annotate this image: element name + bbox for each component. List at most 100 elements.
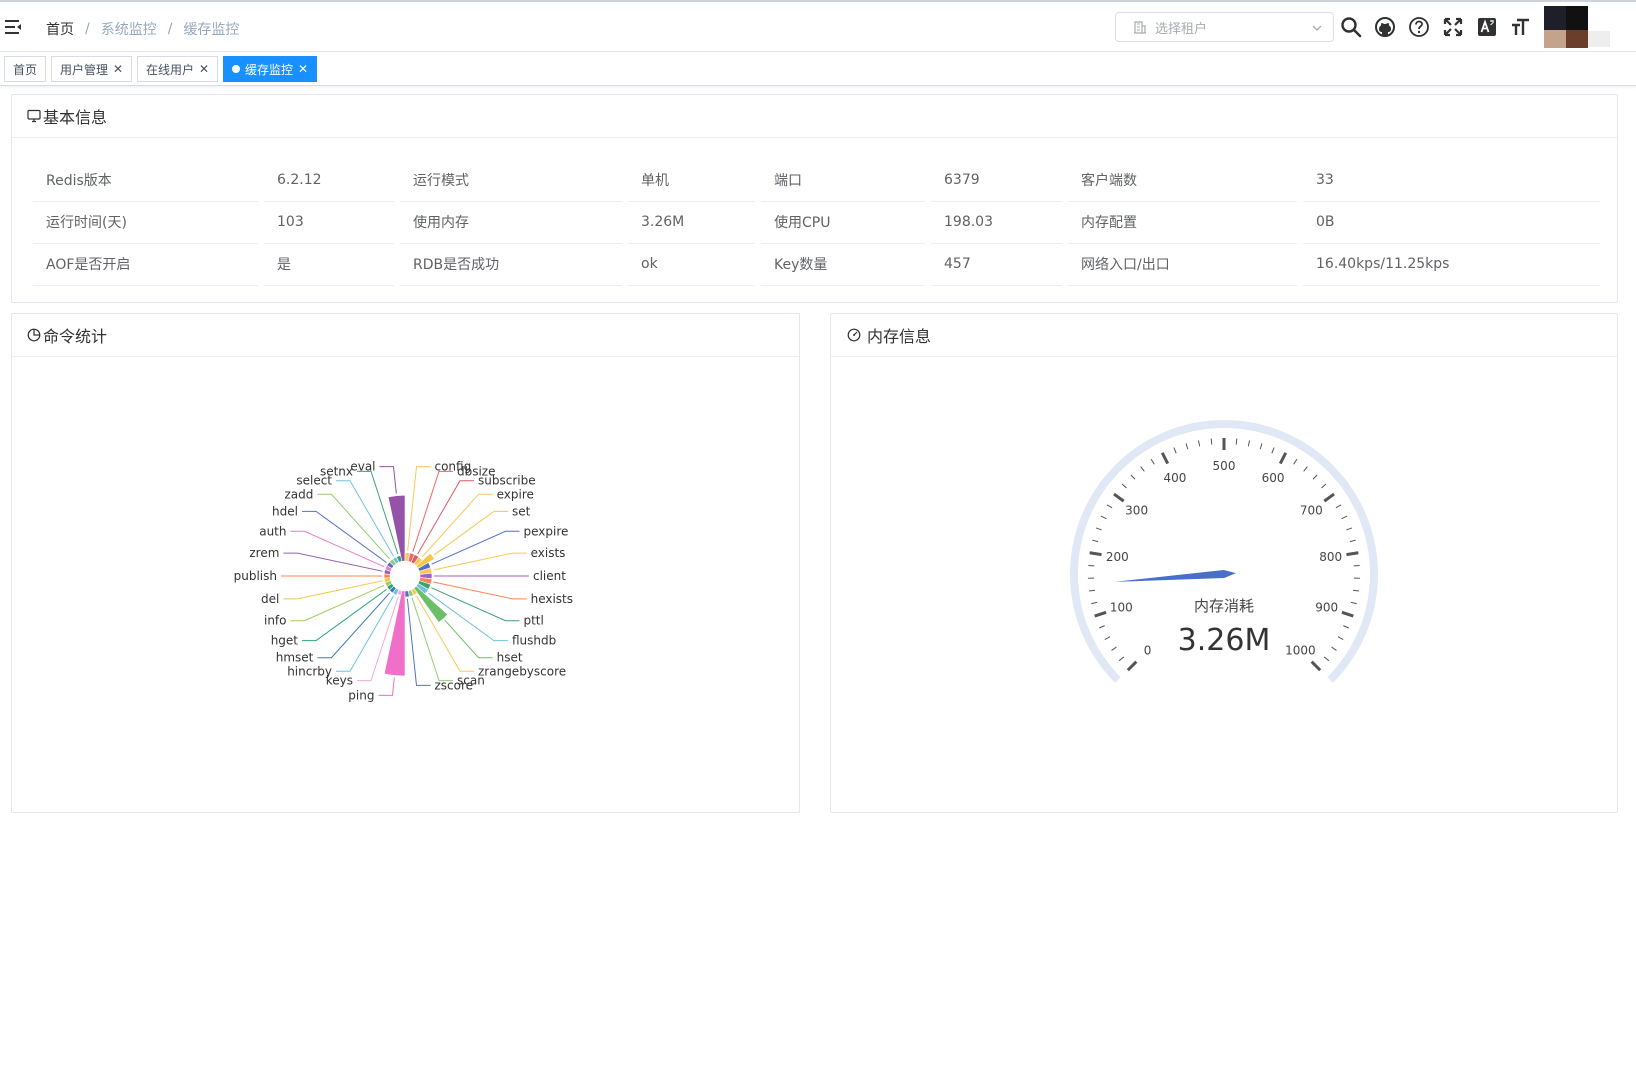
gauge-major-tick — [1094, 610, 1107, 618]
info-value: 3.26M — [628, 201, 755, 244]
gauge-minor-tick — [1341, 515, 1348, 520]
info-value: 198.03 — [931, 201, 1062, 244]
memory-info-header: 内存信息 — [831, 314, 1617, 357]
gauge-major-tick — [1323, 492, 1335, 503]
gauge-tick-label: 0 — [1144, 643, 1152, 657]
building-icon — [1134, 21, 1146, 34]
pie-label-line — [336, 480, 394, 557]
info-value: 6379 — [931, 159, 1062, 202]
question-icon[interactable] — [1408, 16, 1430, 38]
pie-label-line — [283, 580, 383, 600]
gauge-major-tick — [1160, 452, 1170, 465]
breadcrumb-cache-monitor: 缓存监控 — [183, 22, 240, 38]
active-dot-icon — [232, 65, 240, 73]
info-value: 33 — [1303, 159, 1600, 202]
breadcrumb-system-monitor: 系统监控 — [100, 22, 157, 38]
command-stats-card: 命令统计 ping keys hincrby hmset hget info del publ… — [11, 313, 800, 813]
gauge-major-tick — [1089, 551, 1102, 557]
info-value: 0B — [1303, 201, 1600, 244]
hamburger-icon[interactable] — [4, 18, 24, 36]
info-label: 运行模式 — [400, 159, 622, 202]
pie-label: flushdb — [512, 634, 556, 648]
info-label: Key数量 — [761, 243, 925, 286]
pie-slice[interactable] — [383, 590, 406, 677]
translate-icon[interactable] — [1476, 16, 1498, 38]
gauge-minor-tick — [1352, 589, 1359, 592]
gauge-minor-tick — [1091, 601, 1098, 605]
gauge-minor-tick — [1173, 447, 1177, 454]
github-icon[interactable] — [1374, 16, 1396, 38]
search-icon[interactable] — [1340, 16, 1362, 38]
tags-view: 首页 用户管理 ✕ 在线用户 ✕ 缓存监控 ✕ — [0, 52, 1636, 86]
gauge-minor-tick — [1150, 458, 1155, 465]
tab-label: 首页 — [13, 62, 38, 77]
gauge-tick-label: 400 — [1164, 471, 1187, 485]
gauge-tick-label: 100 — [1110, 600, 1133, 614]
fullscreen-icon[interactable] — [1442, 16, 1464, 38]
font-size-icon[interactable] — [1510, 16, 1532, 38]
gauge-minor-tick — [1271, 447, 1275, 454]
gauge-minor-tick — [1210, 438, 1213, 445]
pie-label-line — [433, 581, 527, 600]
gauge-minor-tick — [1331, 646, 1337, 651]
pie-label: zscore — [434, 678, 473, 692]
close-icon[interactable]: ✕ — [199, 62, 209, 76]
close-icon[interactable]: ✕ — [298, 62, 308, 76]
gauge-tick-label: 700 — [1300, 504, 1323, 518]
gauge-minor-tick — [1198, 440, 1201, 447]
info-label: 使用内存 — [400, 201, 622, 244]
memory-info-card: 内存信息 0 100 200 300 400 500 600 700 800 900 1000 内存消… — [830, 313, 1618, 813]
pie-label: hget — [271, 634, 299, 648]
info-label: RDB是否成功 — [400, 243, 622, 286]
gauge-minor-tick — [1235, 438, 1238, 445]
pie-label-line — [302, 510, 387, 563]
pie-slice[interactable] — [413, 585, 449, 623]
gauge-minor-tick — [1140, 466, 1145, 472]
breadcrumb-separator: / — [167, 21, 173, 37]
gauge-minor-tick — [1185, 443, 1189, 450]
pie-label: publish — [234, 569, 277, 583]
monitor-icon — [27, 109, 41, 123]
tab-online-users[interactable]: 在线用户 ✕ — [137, 56, 219, 82]
pie-label-line — [444, 619, 493, 659]
pie-label: zrangebyscore — [478, 664, 566, 678]
gauge-major-tick — [1346, 551, 1359, 557]
pie-label-line — [317, 592, 390, 659]
pie-label: expire — [497, 487, 534, 501]
pie-label-line — [378, 677, 395, 696]
pie-label-line — [417, 480, 474, 555]
gauge-minor-tick — [1312, 474, 1318, 480]
gauge-major-tick — [1278, 452, 1288, 465]
breadcrumb-home[interactable]: 首页 — [46, 19, 74, 39]
pie-chart-icon — [27, 328, 41, 342]
pie-label: hdel — [272, 504, 298, 518]
tab-user-management[interactable]: 用户管理 ✕ — [51, 56, 133, 82]
pie-label: ping — [348, 688, 374, 702]
gauge-minor-tick — [1337, 636, 1344, 640]
table-row: Redis版本 6.2.12 运行模式 单机 端口 6379 客户端数 33 — [33, 159, 1600, 202]
pie-label: hmset — [276, 651, 314, 665]
command-stats-chart: pingkeyshincrbyhmsethgetinfodelpublishzr… — [234, 460, 573, 703]
tenant-select[interactable]: 选择租户 — [1115, 12, 1334, 42]
tab-cache-monitor[interactable]: 缓存监控 ✕ — [223, 56, 318, 82]
pie-label-line — [302, 589, 387, 642]
info-label: 内存配置 — [1068, 201, 1297, 244]
tenant-placeholder: 选择租户 — [1155, 21, 1208, 37]
gauge-minor-tick — [1100, 515, 1107, 520]
gauge-tick-label: 800 — [1319, 550, 1342, 564]
info-label: Redis版本 — [33, 159, 258, 202]
close-icon[interactable]: ✕ — [113, 62, 123, 76]
gauge-minor-tick — [1321, 483, 1327, 489]
memory-gauge-chart: 0 100 200 300 400 500 600 700 800 900 1000 内存消耗 3.26… — [1070, 420, 1378, 683]
tab-home[interactable]: 首页 — [4, 56, 47, 82]
avatar[interactable] — [1542, 6, 1610, 50]
info-value: 6.2.12 — [264, 159, 394, 202]
gauge-tick-label: 600 — [1262, 471, 1285, 485]
gauge-minor-tick — [1098, 625, 1105, 629]
info-label: 运行时间(天) — [33, 201, 258, 244]
gauge-minor-tick — [1349, 539, 1356, 543]
gauge-pointer — [1114, 570, 1236, 582]
info-value: 457 — [931, 243, 1062, 286]
info-value: 是 — [264, 243, 394, 286]
gauge-major-tick — [1113, 492, 1125, 503]
